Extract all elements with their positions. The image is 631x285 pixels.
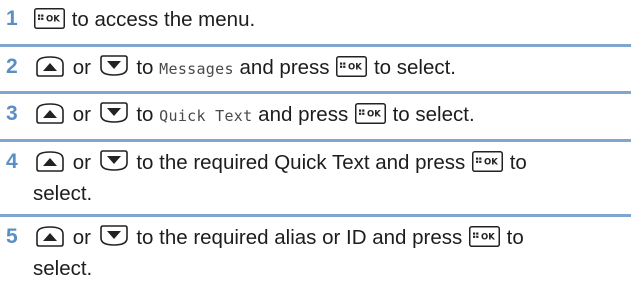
step-text-part: to: [506, 226, 524, 249]
step-text: or to the required Quick Text and press …: [33, 147, 628, 209]
step-text-part: to the required alias or ID and press: [136, 226, 463, 249]
step-text-part: or: [72, 226, 91, 249]
step-text-part: or: [72, 56, 91, 79]
step-text-part: select.: [33, 257, 93, 280]
step-text-part: select.: [33, 182, 93, 205]
step-text-part: to: [136, 103, 154, 126]
step-text: or to Messages and press OK to select.: [33, 52, 628, 85]
step-separator: [0, 44, 631, 47]
up-arrow-key-icon: [34, 225, 66, 247]
up-arrow-key-icon: [34, 102, 66, 124]
up-arrow-key-icon: [34, 55, 66, 77]
ok-key-label: OK: [367, 110, 381, 120]
menu-ok-key-icon: OK: [336, 56, 368, 77]
step-text-part: to select.: [392, 103, 475, 126]
step-number: 1: [6, 7, 18, 30]
down-arrow-key-icon: [98, 55, 130, 77]
ok-key-label: OK: [484, 158, 498, 168]
step-separator: [0, 139, 631, 142]
step-separator: [0, 214, 631, 217]
step-text-part: to: [509, 151, 527, 174]
step-text: OK to access the menu.: [33, 4, 628, 35]
step-text-part: to the required Quick Text and press: [136, 151, 466, 174]
step-text-part: or: [72, 151, 91, 174]
down-arrow-key-icon: [98, 102, 130, 124]
down-arrow-key-icon: [98, 150, 130, 172]
step-text-part: to: [136, 56, 154, 79]
menu-ok-key-icon: OK: [354, 103, 386, 124]
up-arrow-key-icon: [34, 150, 66, 172]
step-number: 2: [6, 55, 18, 78]
ok-key-label: OK: [481, 233, 495, 243]
menu-ok-key-icon: OK: [34, 8, 65, 29]
step-text-part: and press: [258, 103, 349, 126]
step-number: 3: [6, 102, 18, 125]
menu-ok-key-icon: OK: [468, 226, 500, 247]
step-text: or to Quick Text and press OK to select.: [33, 99, 628, 132]
ok-key-label: OK: [46, 15, 60, 25]
step-number: 4: [6, 150, 18, 173]
menu-item-name: Messages: [159, 60, 234, 78]
down-arrow-key-icon: [98, 225, 130, 247]
ok-key-label: OK: [348, 63, 362, 73]
step-text-part: to access the menu.: [71, 8, 256, 31]
menu-ok-key-icon: OK: [472, 151, 503, 172]
step-text-part: or: [72, 103, 91, 126]
step-text-part: to select.: [373, 56, 456, 79]
step-separator: [0, 91, 631, 94]
step-text-part: and press: [239, 56, 330, 79]
step-number: 5: [6, 225, 18, 248]
step-text: or to the required alias or ID and press…: [33, 222, 628, 284]
menu-item-name: Quick Text: [159, 107, 253, 125]
